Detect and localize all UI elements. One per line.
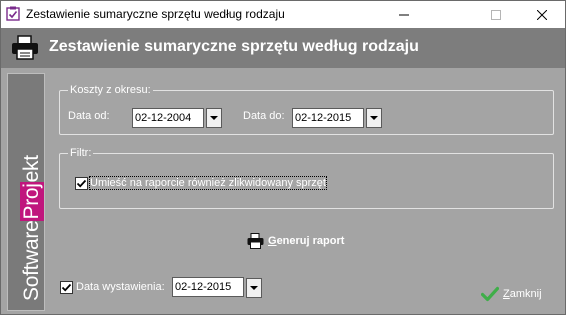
filter-legend: Filtr: — [68, 146, 94, 160]
close-window-button[interactable] — [519, 1, 565, 28]
close-icon — [537, 9, 547, 20]
checkmark-icon — [481, 286, 499, 302]
checkmark-icon — [61, 283, 72, 292]
window-title: Zestawienie sumaryczne sprzętu według ro… — [26, 7, 285, 21]
printer-icon — [247, 233, 264, 249]
maximize-button[interactable] — [473, 1, 519, 28]
date-to-label: Data do: — [243, 110, 285, 122]
date-from-input[interactable]: 02-12-2004 — [132, 108, 204, 128]
include-liquidated-checkbox[interactable] — [75, 177, 88, 190]
issue-date-label: Data wystawienia: — [76, 281, 165, 293]
date-from-dropdown-button[interactable] — [206, 108, 222, 128]
printer-icon — [12, 35, 38, 60]
generate-report-label: Generuj raport — [268, 235, 345, 247]
costs-period-legend: Koszty z okresu: — [68, 83, 153, 97]
report-window: Zestawienie sumaryczne sprzętu według ro… — [0, 0, 566, 315]
date-to-input[interactable]: 02-12-2015 — [292, 108, 364, 128]
issue-date-dropdown-button[interactable] — [246, 278, 262, 298]
brand-logo: SoftwareProjekt — [20, 155, 44, 301]
include-liquidated-label[interactable]: Umieść na raporcie również zlikwidowany … — [89, 176, 327, 190]
date-to-dropdown-button[interactable] — [366, 108, 382, 128]
close-button[interactable]: Zamknij — [481, 284, 542, 304]
title-bar[interactable]: Zestawienie sumaryczne sprzętu według ro… — [1, 1, 565, 28]
date-from-label: Data od: — [68, 110, 110, 122]
brand-text-part2: Proj — [20, 182, 44, 221]
checkmark-icon — [76, 179, 87, 188]
close-label: Zamknij — [503, 288, 542, 300]
report-title: Zestawienie sumaryczne sprzętu według ro… — [49, 38, 419, 55]
minimize-button[interactable] — [381, 1, 427, 28]
clipboard-check-icon — [6, 6, 20, 21]
maximize-icon — [491, 9, 501, 20]
brand-text-part3: ekt — [20, 155, 43, 183]
minimize-icon — [399, 14, 409, 15]
issue-date-input[interactable]: 02-12-2015 — [172, 277, 244, 297]
issue-date-checkbox[interactable] — [60, 281, 73, 294]
brand-text-part1: Software — [20, 220, 43, 301]
generate-report-button[interactable]: Generuj raport — [247, 231, 344, 251]
report-header: Zestawienie sumaryczne sprzętu według ro… — [1, 28, 565, 68]
